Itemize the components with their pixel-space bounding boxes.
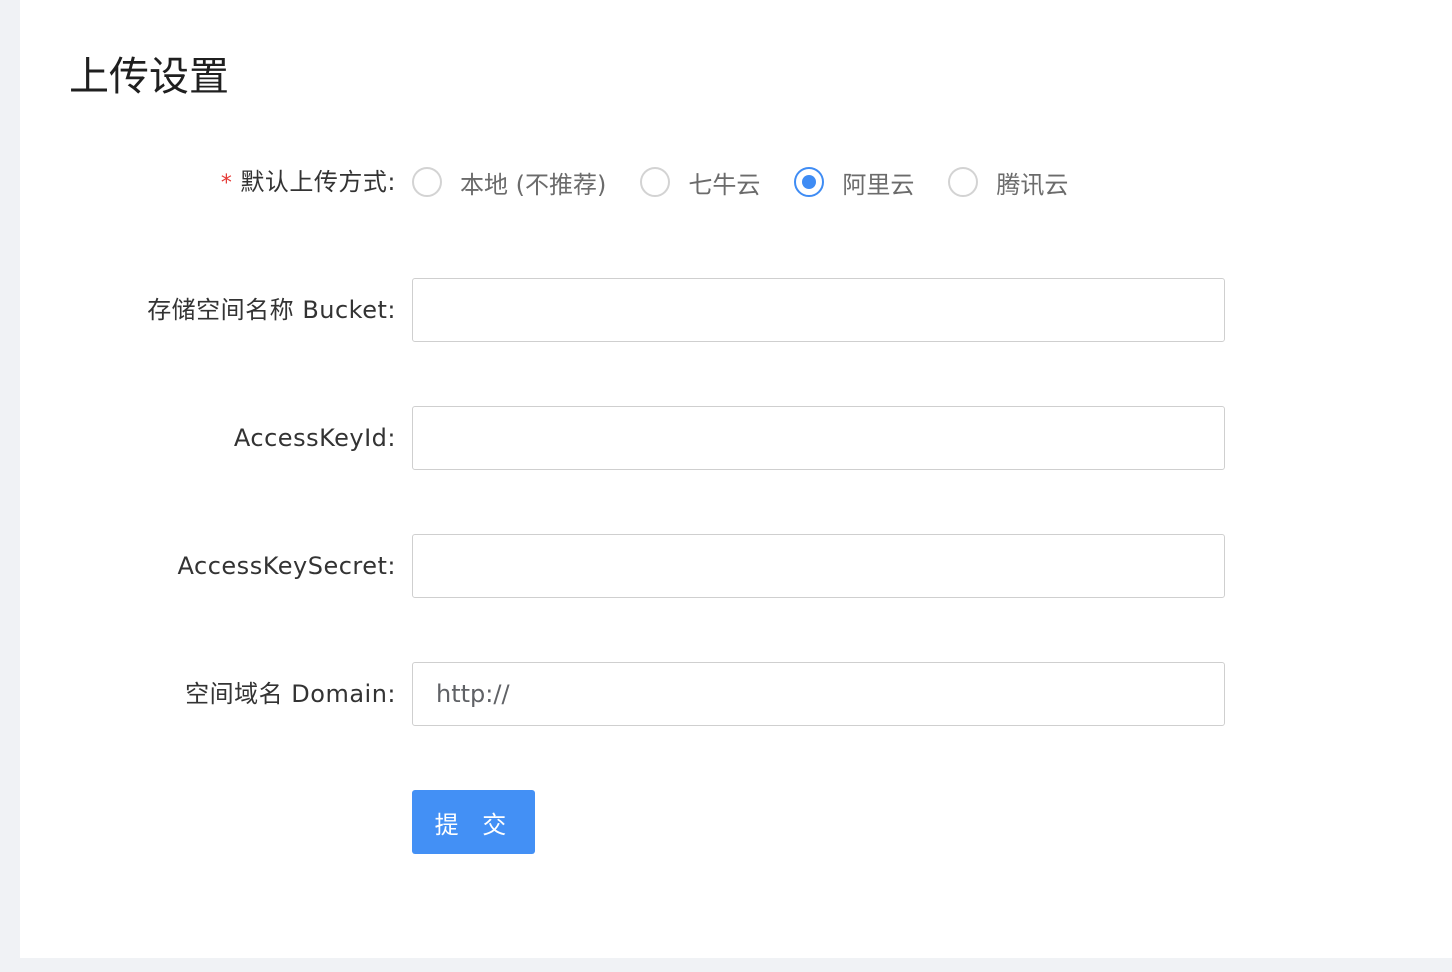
- upload-method-label: * 默认上传方式:: [221, 150, 396, 214]
- radio-option-qiniu[interactable]: 七牛云: [640, 165, 760, 200]
- access-key-secret-row: AccessKeySecret:: [20, 534, 1452, 598]
- page-title: 上传设置: [69, 54, 229, 100]
- radio-button-qiniu[interactable]: [640, 167, 671, 197]
- radio-option-tencent[interactable]: 腾讯云: [948, 165, 1068, 200]
- upload-method-label-text: 默认上传方式:: [240, 168, 396, 196]
- access-key-id-input[interactable]: [412, 406, 1225, 470]
- submit-button[interactable]: 提 交: [412, 790, 535, 854]
- domain-label: 空间域名 Domain:: [185, 680, 396, 708]
- access-key-id-label: AccessKeyId:: [233, 424, 396, 452]
- bucket-input[interactable]: [412, 278, 1225, 342]
- radio-label-tencent: 腾讯云: [996, 170, 1069, 199]
- access-key-id-row: AccessKeyId:: [20, 406, 1452, 470]
- radio-button-aliyun[interactable]: [794, 167, 825, 197]
- upload-method-radio-group: 本地 (不推荐) 七牛云 阿里云 腾讯云: [412, 150, 1102, 214]
- radio-option-local[interactable]: 本地 (不推荐): [412, 165, 606, 200]
- radio-option-aliyun[interactable]: 阿里云: [794, 165, 914, 200]
- required-asterisk: *: [220, 171, 233, 196]
- radio-button-tencent[interactable]: [948, 167, 979, 197]
- access-key-secret-label: AccessKeySecret:: [177, 552, 396, 580]
- domain-row: 空间域名 Domain:: [20, 662, 1452, 726]
- radio-button-local[interactable]: [412, 167, 442, 197]
- domain-input[interactable]: [412, 662, 1225, 726]
- radio-label-qiniu: 七牛云: [688, 170, 761, 199]
- settings-card: 上传设置 * 默认上传方式: 本地 (不推荐) 七牛云 阿里云 腾讯云 存储空间名…: [20, 0, 1452, 958]
- bucket-row: 存储空间名称 Bucket:: [20, 278, 1452, 342]
- upload-method-row: * 默认上传方式: 本地 (不推荐) 七牛云 阿里云 腾讯云: [20, 150, 1452, 214]
- access-key-secret-input[interactable]: [412, 534, 1225, 598]
- radio-label-aliyun: 阿里云: [842, 170, 915, 199]
- bucket-label: 存储空间名称 Bucket:: [147, 296, 396, 324]
- radio-label-local: 本地 (不推荐): [460, 170, 607, 199]
